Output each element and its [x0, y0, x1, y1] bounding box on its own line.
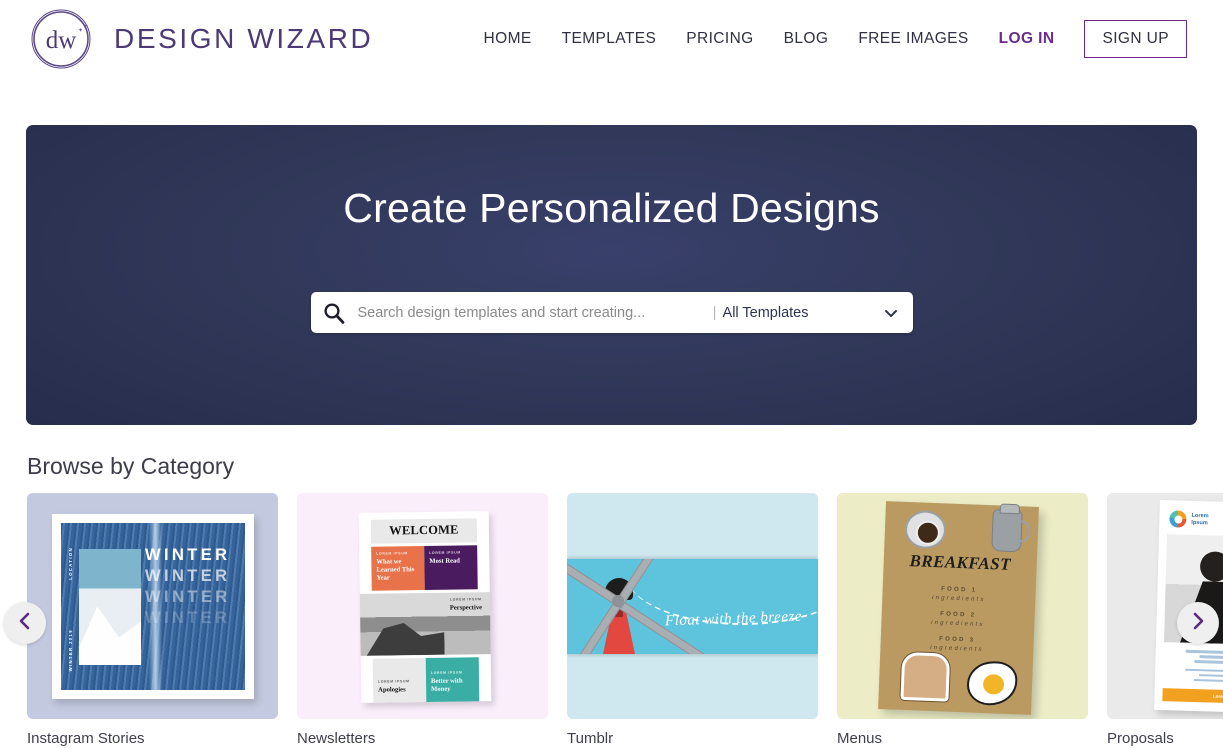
winter-word: WINTER — [145, 609, 231, 627]
winter-mountain-inset — [79, 549, 141, 665]
circle-logo-icon — [1169, 510, 1187, 528]
coffee-cup-icon — [904, 509, 947, 550]
toast-icon — [900, 651, 951, 702]
proposal-text-lines — [1155, 642, 1223, 684]
menu-item: FOOD 2 ingredients — [881, 609, 1034, 630]
carousel-prev-button[interactable] — [4, 602, 46, 644]
nav-item-home[interactable]: HOME — [484, 30, 532, 48]
category-card-menus[interactable]: BREAKFAST FOOD 1 ingredients FOOD 2 ingr… — [837, 493, 1088, 748]
menu-item: FOOD 3 ingredients — [880, 634, 1033, 655]
category-card-list: LOCATION WINTER 2019 WINTER WINTER WINTE… — [0, 493, 1223, 748]
search-input[interactable] — [351, 304, 713, 321]
newsletter-lorem-tag: LOREM IPSUM — [449, 597, 482, 602]
tumblr-banner: Float with the breeze — [567, 559, 818, 654]
placeholder-line — [1185, 649, 1223, 655]
category-thumbnail[interactable]: LOCATION WINTER 2019 WINTER WINTER WINTE… — [27, 493, 278, 719]
browse-by-category-title: Browse by Category — [27, 453, 235, 479]
newsletter-page: WELCOME LOREM IPSUM What we Learned This… — [358, 511, 492, 703]
nav-item-free-images[interactable]: FREE IMAGES — [858, 30, 968, 48]
winter-forest-photo: LOCATION WINTER 2019 WINTER WINTER WINTE… — [61, 523, 245, 690]
sign-up-button[interactable]: SIGN UP — [1084, 20, 1187, 58]
newsletter-lorem-tag: LOREM IPSUM — [378, 679, 410, 684]
hero-banner: Create Personalized Designs | All Templa… — [26, 125, 1197, 425]
tumblr-tagline: Float with the breeze — [664, 608, 803, 630]
placeholder-line — [1185, 668, 1223, 674]
newsletter-block-heading: Apologies — [378, 686, 406, 694]
chevron-right-icon — [1188, 611, 1208, 636]
hero-title: Create Personalized Designs — [343, 185, 880, 231]
placeholder-line — [1199, 673, 1223, 678]
winter-location-text: LOCATION — [68, 547, 73, 580]
brand-name: DESIGN WIZARD — [114, 23, 374, 54]
category-card-tumblr[interactable]: Float with the breeze Tumblr — [567, 493, 818, 748]
placeholder-line — [1194, 660, 1223, 665]
newsletter-row-bottom: LOREM IPSUM Apologies LOREM IPSUM Better… — [372, 657, 480, 703]
proposal-logo-line1: Lorem — [1191, 512, 1209, 519]
main-navigation: HOME TEMPLATES PRICING BLOG FREE IMAGES … — [484, 20, 1187, 58]
menu-item: FOOD 1 ingredients — [882, 584, 1035, 605]
proposal-logo: Lorem Ipsum — [1159, 500, 1223, 531]
nav-item-log-in[interactable]: LOG IN — [999, 30, 1055, 48]
newsletter-lorem-tag: LOREM IPSUM — [430, 670, 463, 675]
windmill-hub — [612, 595, 624, 607]
placeholder-line — [1193, 678, 1223, 683]
newsletter-perspective-overlay: LOREM IPSUM Perspective — [450, 597, 482, 612]
category-card-newsletters[interactable]: WELCOME LOREM IPSUM What we Learned This… — [297, 493, 548, 748]
proposal-logo-line2: Ipsum — [1191, 519, 1208, 526]
nav-item-templates[interactable]: TEMPLATES — [562, 30, 657, 48]
proposal-cta-button: Lorem ipsum — [1162, 688, 1223, 705]
coffee-pot-icon — [991, 509, 1023, 553]
svg-text:✦: ✦ — [84, 23, 88, 29]
filter-selected-value: All Templates — [722, 304, 809, 321]
placeholder-line — [1199, 655, 1223, 660]
svg-text:dw: dw — [46, 27, 77, 54]
newsletter-island-photo: LOREM IPSUM Perspective — [359, 592, 491, 656]
newsletter-block-money: LOREM IPSUM Better with Money — [425, 657, 480, 702]
winter-word: WINTER — [145, 567, 231, 585]
newsletter-block-most-read: LOREM IPSUM Most Read — [424, 545, 478, 591]
search-icon — [316, 292, 352, 333]
winter-season-text: WINTER 2019 — [68, 629, 73, 672]
design-wizard-logo-icon: dw ✦ ✦ — [28, 8, 100, 70]
winter-word: WINTER — [145, 588, 231, 606]
category-label-instagram-stories: Instagram Stories — [27, 730, 145, 747]
category-card-instagram-stories[interactable]: LOCATION WINTER 2019 WINTER WINTER WINTE… — [27, 493, 278, 748]
filter-separator: | — [712, 304, 717, 321]
carousel-next-button[interactable] — [1177, 602, 1219, 644]
winter-design-frame: LOCATION WINTER 2019 WINTER WINTER WINTE… — [52, 514, 254, 699]
category-label-proposals: Proposals — [1107, 730, 1174, 747]
newsletter-block-heading: Most Read — [429, 557, 461, 565]
category-label-menus: Menus — [837, 730, 883, 747]
nav-item-blog[interactable]: BLOG — [784, 30, 829, 48]
newsletter-block-apologies: LOREM IPSUM Apologies — [372, 657, 427, 703]
newsletter-lorem-tag: LOREM IPSUM — [429, 550, 461, 555]
category-thumbnail[interactable]: BREAKFAST FOOD 1 ingredients FOOD 2 ingr… — [837, 493, 1088, 719]
winter-word: WINTER — [145, 546, 231, 564]
chevron-down-icon — [883, 305, 899, 321]
newsletter-welcome-title: WELCOME — [370, 518, 478, 544]
category-label-tumblr: Tumblr — [567, 730, 614, 747]
newsletter-row-top: LOREM IPSUM What we Learned This Year LO… — [371, 545, 478, 591]
newsletter-block-learned: LOREM IPSUM What we Learned This Year — [371, 546, 425, 591]
chevron-left-icon — [15, 611, 35, 636]
fried-egg-icon — [966, 660, 1018, 707]
menu-page: BREAKFAST FOOD 1 ingredients FOOD 2 ingr… — [878, 501, 1039, 715]
site-header: dw ✦ ✦ DESIGN WIZARD HOME TEMPLATES PRIC… — [0, 0, 1223, 78]
category-thumbnail[interactable]: WELCOME LOREM IPSUM What we Learned This… — [297, 493, 548, 719]
proposal-logo-text: Lorem Ipsum — [1191, 512, 1208, 526]
template-filter-dropdown[interactable]: | All Templates — [713, 304, 913, 321]
newsletter-lorem-tag: LOREM IPSUM — [376, 551, 408, 556]
hero-search-bar: | All Templates — [310, 292, 913, 333]
newsletter-block-heading: What we Learned This Year — [376, 558, 415, 582]
newsletter-block-heading: Better with Money — [430, 677, 463, 693]
category-carousel: LOCATION WINTER 2019 WINTER WINTER WINTE… — [0, 493, 1223, 748]
svg-text:✦: ✦ — [78, 27, 83, 34]
brand-logo[interactable]: dw ✦ ✦ DESIGN WIZARD — [28, 8, 373, 70]
category-label-newsletters: Newsletters — [297, 730, 376, 747]
nav-item-pricing[interactable]: PRICING — [686, 30, 753, 48]
newsletter-block-heading: Perspective — [449, 604, 483, 612]
menu-title: BREAKFAST — [909, 551, 1012, 574]
category-thumbnail[interactable]: Float with the breeze — [567, 493, 818, 719]
winter-word-stack: WINTER WINTER WINTER WINTER — [145, 545, 245, 629]
